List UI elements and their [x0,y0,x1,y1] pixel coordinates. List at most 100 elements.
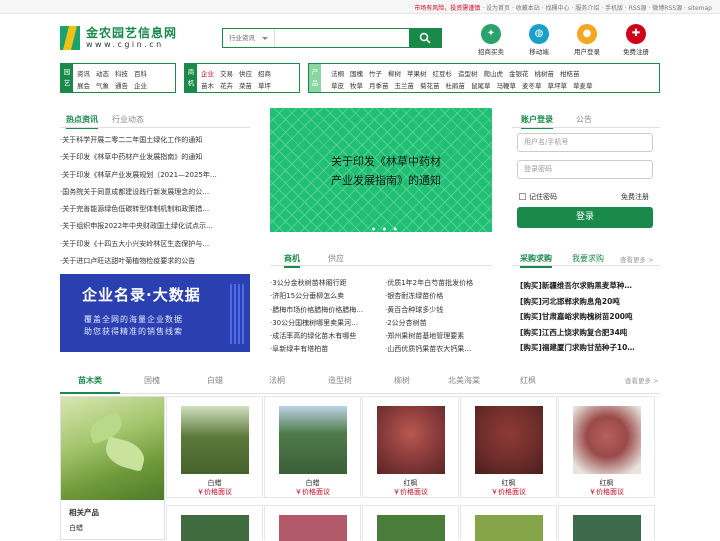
product-photo[interactable] [475,406,543,474]
service-link[interactable]: 服务介绍 [575,5,599,12]
nav-link[interactable]: 资讯 [77,68,90,78]
tab-purchase[interactable]: 采购求购 [520,253,552,268]
nav-link[interactable]: 苹果树 [407,68,427,78]
carousel-dots[interactable]: ● ● ● [372,226,400,231]
nav-link[interactable]: 国槐 [350,68,363,78]
product-card[interactable]: 白蜡 ￥价格面议 [166,396,263,498]
product-card[interactable] [460,505,557,541]
set-homepage-link[interactable]: 设为首页 [486,5,510,12]
business-item[interactable]: ·2公分杏树苗 [385,317,493,330]
nav-link[interactable]: 鼠尾草 [471,80,491,90]
nav-link[interactable]: 通告 [115,80,128,90]
business-item[interactable]: ·优质1年2年白芍苗批发价格 [385,277,493,290]
nav-link[interactable]: 菜苗 [239,80,252,90]
business-item[interactable]: ·3公分金秋树苗林厢行距 [270,277,382,290]
login-button[interactable]: 登录 [517,207,653,228]
purchase-item[interactable]: [购买]新疆维吾尔求购黑麦草种… [520,278,658,294]
nav-link[interactable]: 科技 [115,68,128,78]
business-item[interactable]: ·山西优质钙果苗农大钙果… [385,343,493,356]
category-more-link[interactable]: 查看更多 > [625,368,659,394]
nav-link[interactable]: 交易 [220,68,233,78]
purchase-item[interactable]: [购买]福建厦门求购甘茄种子10… [520,340,658,356]
nav-link[interactable]: 苗木 [201,80,214,90]
product-card[interactable]: 红枫 ￥价格面议 [558,396,655,498]
product-card[interactable] [558,505,655,541]
purchase-item[interactable]: [购买]河北邯郸求购息角20吨 [520,294,658,310]
news-item[interactable]: ·关于科学开展二零二二年国土绿化工作的通知 [60,133,250,150]
news-item[interactable]: ·关于进口卢旺达甜叶菊植物检疫要求的公告 [60,254,250,271]
tab-seedlings[interactable]: 苗木类 [60,368,120,394]
search-category-select[interactable]: 行业资讯 [223,29,275,47]
nav-link[interactable]: 玉兰苗 [395,80,415,90]
find-center-link[interactable]: 找桶中心 [546,5,570,12]
product-card[interactable]: 红枫 ￥价格面议 [362,396,459,498]
tab-category[interactable]: 白蜡 [207,368,223,394]
nav-link[interactable]: 草坪草 [548,80,568,90]
nav-link[interactable]: 马鞭草 [497,80,517,90]
nav-link[interactable]: 红豆杉 [433,68,453,78]
tab-industry-news[interactable]: 行业动态 [112,114,144,125]
nav-link[interactable]: 柑桔苗 [560,68,580,78]
enterprise-data-ad[interactable]: 企业名录·大数据 覆盖全网的海量企业数据 助您获得精准的销售线索 [60,274,250,352]
tab-business[interactable]: 商机 [284,253,300,268]
nav-link[interactable]: 百科 [134,68,147,78]
nav-link[interactable]: 企业 [201,68,214,78]
related-item[interactable]: 白蜡 [69,523,83,533]
business-item[interactable]: ·腊梅市场价格腊梅价格腊梅… [270,304,382,317]
business-item[interactable]: ·银杏耐冻绿苗价格 [385,290,493,303]
nav-link[interactable]: 花卉 [220,80,233,90]
quick-link-mobile[interactable]: ◍ 移动端 [522,24,556,56]
nav-link[interactable]: 菊花苗 [420,80,440,90]
business-item[interactable]: ·黄百合种球多少钱 [385,304,493,317]
business-item[interactable]: ·济阳15公分垂柳怎么卖 [270,290,382,303]
product-photo[interactable] [279,406,347,474]
tab-category[interactable]: 柳树 [394,368,410,394]
quick-link-login[interactable]: ● 用户登录 [570,24,604,56]
product-card[interactable] [166,505,263,541]
nav-link[interactable]: 竹子 [369,68,382,78]
nav-link[interactable]: 月季苗 [369,80,389,90]
nav-link[interactable]: 金银花 [509,68,529,78]
business-item[interactable]: ·郑州果树苗基地管理要素 [385,330,493,343]
nav-link[interactable]: 柳树 [388,68,401,78]
product-photo[interactable] [573,515,641,541]
username-field[interactable]: 用户名/手机号 [517,133,653,152]
tab-category[interactable]: 国槐 [144,368,160,394]
password-field[interactable]: 登录密码 [517,160,653,179]
tab-category[interactable]: 法桐 [269,368,285,394]
nav-link[interactable]: 企业 [134,80,147,90]
remember-checkbox[interactable] [519,193,526,200]
business-item[interactable]: ·30公分国槐树哪里卖果河… [270,317,382,330]
nav-link[interactable]: 动态 [96,68,109,78]
nav-link[interactable]: 气象 [96,80,109,90]
tab-category[interactable]: 造型树 [328,368,352,394]
nav-link[interactable]: 供应 [239,68,252,78]
mobile-link[interactable]: 手机版 [605,5,623,12]
product-card[interactable] [264,505,361,541]
nav-link[interactable]: 草皮 [331,80,344,90]
tab-want-buy[interactable]: 我要求购 [572,253,604,264]
product-photo[interactable] [377,406,445,474]
nav-link[interactable]: 麦冬草 [522,80,542,90]
news-item[interactable]: ·关于印发《十四五大小兴安岭林区生态保护与… [60,237,250,254]
nav-link[interactable]: 法桐 [331,68,344,78]
site-logo[interactable]: 金农园艺信息网 www.cgin.cn [60,24,200,54]
product-card[interactable]: 红枫 ￥价格面议 [460,396,557,498]
product-photo[interactable] [181,515,249,541]
nav-link[interactable]: 杜鹃苗 [446,80,466,90]
product-photo[interactable] [573,406,641,474]
news-item[interactable]: ·国务院关于同意成都建设践行新发展理念的公… [60,185,250,202]
product-photo[interactable] [377,515,445,541]
business-item[interactable]: ·成活率高的绿化苗木有哪些 [270,330,382,343]
headline-banner[interactable]: 关于印发《林草中药材 产业发展指南》的通知 ● ● ● [270,108,492,232]
search-button[interactable] [409,29,441,47]
quick-link-trade[interactable]: ✦ 招商买卖 [474,24,508,56]
tab-hot-news[interactable]: 热点资讯 [66,114,98,129]
quick-link-register[interactable]: ✚ 免费注册 [619,24,653,56]
leaf-photo[interactable] [61,397,164,500]
purchase-item[interactable]: [购买]江西上饶求购复合肥34吨 [520,325,658,341]
nav-link[interactable]: 爬山虎 [484,68,504,78]
sitemap-link[interactable]: sitemap [688,5,712,12]
nav-link[interactable]: 草麦草 [573,80,593,90]
product-card[interactable] [362,505,459,541]
